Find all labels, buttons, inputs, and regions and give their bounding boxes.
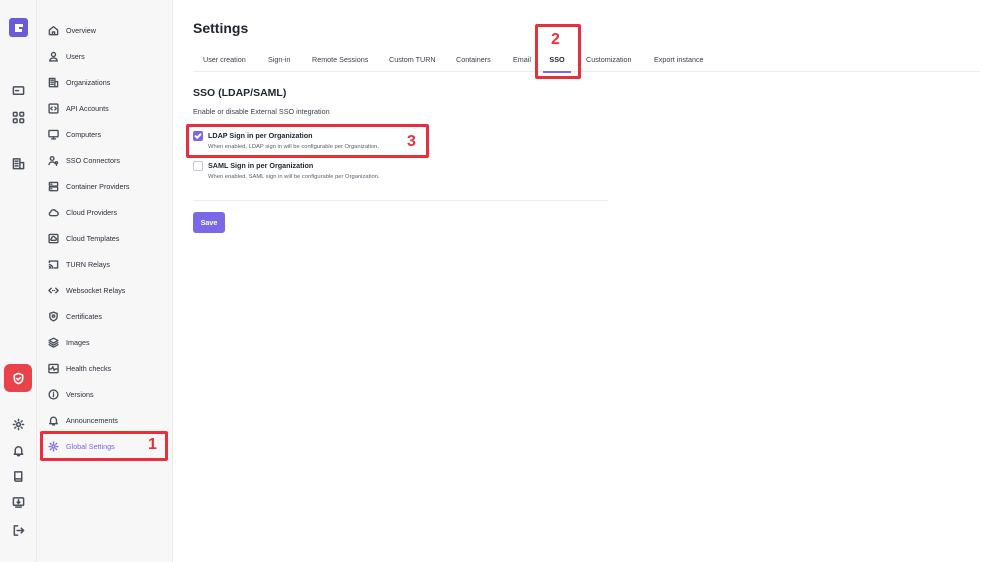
saml-option-help: When enabled, SAML sign in will be confi… — [208, 174, 380, 180]
saml-checkbox[interactable] — [193, 161, 203, 171]
rail-monitor[interactable] — [8, 81, 28, 101]
app-logo[interactable] — [9, 18, 28, 37]
tab-customization[interactable]: Customization — [586, 50, 632, 72]
sidebar-item-label: Overview — [66, 25, 96, 35]
page-title: Settings — [193, 20, 249, 36]
sidebar-item-sso-connectors[interactable]: SSO Connectors — [37, 149, 173, 171]
sidebar-item-label: TURN Relays — [66, 259, 110, 269]
sidebar-item-websocket-relays[interactable]: Websocket Relays — [37, 279, 173, 301]
main-content: Settings User creation Sign-in Remote Se… — [173, 0, 1000, 562]
sidebar-item-label: Health checks — [66, 363, 112, 373]
bell-icon — [13, 445, 23, 456]
rail-logout[interactable] — [8, 520, 28, 540]
monitor-icon — [48, 129, 59, 140]
annotation-number-2: 2 — [551, 31, 560, 48]
settings-tabs: User creation Sign-in Remote Sessions Cu… — [193, 50, 980, 73]
sidebar-item-label: Announcements — [66, 415, 118, 425]
annotation-number-1: 1 — [148, 436, 157, 453]
section-description: Enable or disable External SSO integrati… — [193, 107, 330, 116]
sidebar-item-label: Container Providers — [66, 181, 130, 191]
icon-rail — [0, 0, 37, 562]
sidebar-item-label: SSO Connectors — [66, 155, 120, 165]
rail-shield-active[interactable] — [4, 364, 32, 392]
sidebar-item-images[interactable]: Images — [37, 331, 173, 353]
book-icon — [13, 470, 22, 482]
tab-containers[interactable]: Containers — [456, 50, 491, 72]
users-key-icon — [48, 155, 59, 166]
sidebar-item-label: API Accounts — [66, 103, 109, 113]
server-icon — [48, 181, 59, 191]
annotation-box-3 — [186, 124, 429, 158]
sidebar-item-computers[interactable]: Computers — [37, 123, 173, 145]
section-title: SSO (LDAP/SAML) — [193, 87, 287, 99]
shield-icon — [49, 310, 58, 322]
cast-icon — [48, 259, 59, 269]
tab-custom-turn[interactable]: Custom TURN — [389, 50, 436, 72]
grid-icon — [12, 111, 24, 123]
sidebar: Overview Users Organizations API Account… — [37, 0, 173, 562]
sidebar-item-cloud-providers[interactable]: Cloud Providers — [37, 201, 173, 223]
user-icon — [48, 51, 59, 62]
section-divider — [193, 200, 608, 201]
sidebar-item-label: Organizations — [66, 77, 111, 87]
save-button[interactable]: Save — [193, 212, 225, 233]
sidebar-item-versions[interactable]: Versions — [37, 383, 173, 405]
cloud-template-icon — [48, 233, 59, 243]
inbox-download-icon — [12, 496, 24, 508]
home-icon — [48, 25, 59, 35]
tab-remote-sessions[interactable]: Remote Sessions — [312, 50, 368, 72]
sidebar-item-health-checks[interactable]: Health checks — [37, 357, 173, 379]
sidebar-item-overview[interactable]: Overview — [37, 19, 173, 41]
sidebar-item-organizations[interactable]: Organizations — [37, 71, 173, 93]
sidebar-item-announcements[interactable]: Announcements — [37, 409, 173, 431]
logo-icon — [14, 23, 23, 32]
saml-option-label: SAML Sign in per Organization — [208, 161, 314, 170]
sidebar-item-label: Cloud Templates — [66, 233, 120, 243]
logout-icon — [13, 524, 24, 536]
sidebar-item-turn-relays[interactable]: TURN Relays — [37, 253, 173, 275]
sidebar-item-label: Certificates — [66, 311, 102, 321]
cloud-icon — [48, 208, 59, 216]
sidebar-item-label: Cloud Providers — [66, 207, 118, 217]
tab-user-creation[interactable]: User creation — [203, 50, 246, 72]
info-icon — [48, 388, 59, 400]
tab-email[interactable]: Email — [513, 50, 531, 72]
activity-icon — [48, 363, 59, 373]
code-arrows-icon — [48, 287, 59, 293]
layers-icon — [48, 337, 59, 348]
sidebar-item-label: Websocket Relays — [66, 285, 126, 295]
tab-export-instance[interactable]: Export instance — [654, 50, 704, 72]
monitor-icon — [12, 85, 24, 95]
sidebar-item-container-providers[interactable]: Container Providers — [37, 175, 173, 197]
sidebar-item-label: Versions — [66, 389, 94, 399]
sidebar-item-cloud-templates[interactable]: Cloud Templates — [37, 227, 173, 249]
sidebar-item-label: Users — [66, 51, 85, 61]
sidebar-item-label: Computers — [66, 129, 102, 139]
rail-docs[interactable] — [8, 466, 28, 486]
sidebar-item-api-accounts[interactable]: API Accounts — [37, 97, 173, 119]
rail-downloads[interactable] — [8, 492, 28, 512]
rail-settings[interactable] — [8, 414, 28, 434]
tab-sign-in[interactable]: Sign-in — [268, 50, 290, 72]
gear-icon — [12, 418, 24, 430]
shield-check-icon — [13, 372, 23, 384]
annotation-number-3: 3 — [407, 133, 416, 150]
building-icon — [12, 157, 24, 169]
building-icon — [48, 77, 59, 87]
code-box-icon — [48, 102, 59, 114]
sidebar-item-label: Images — [66, 337, 90, 347]
rail-notifications[interactable] — [8, 440, 28, 460]
rail-grid[interactable] — [8, 107, 28, 127]
rail-building[interactable] — [8, 153, 28, 173]
bell-icon — [48, 416, 59, 426]
sidebar-item-users[interactable]: Users — [37, 45, 173, 67]
sidebar-item-certificates[interactable]: Certificates — [37, 305, 173, 327]
